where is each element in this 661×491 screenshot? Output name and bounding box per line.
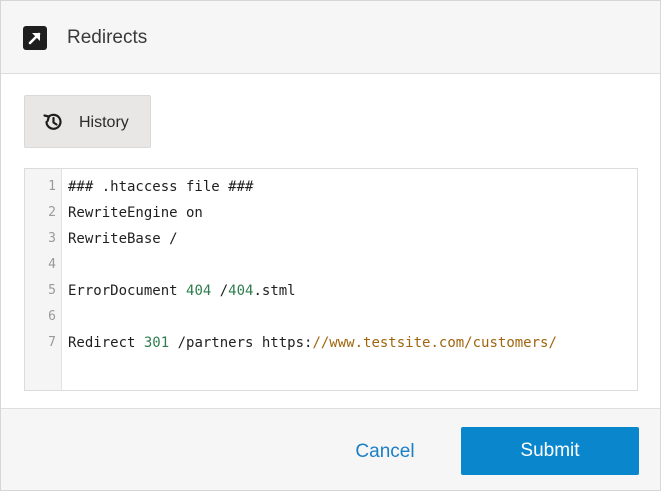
line-number: 2 <box>48 205 56 220</box>
code-line: Redirect 301 /partners https://www.tests… <box>68 330 557 356</box>
code-line: ErrorDocument 404 /404.stml <box>68 278 296 304</box>
code-token: RewriteEngine on <box>68 205 203 221</box>
history-clock-icon <box>42 111 64 133</box>
code-token: .stml <box>253 283 296 299</box>
line-number-gutter: 1 2 3 4 5 6 7 <box>25 169 62 390</box>
cancel-button[interactable]: Cancel <box>339 433 431 471</box>
code-line: RewriteEngine on <box>68 200 203 226</box>
line-number: 5 <box>48 283 56 298</box>
history-button-label: History <box>79 114 129 131</box>
code-token: Redirect <box>68 335 144 351</box>
submit-button[interactable]: Submit <box>461 427 639 475</box>
code-editor[interactable]: 1 2 3 4 5 6 7 ### .htaccess file ### RewriteEng… <box>24 168 638 391</box>
history-button[interactable]: History <box>24 95 151 148</box>
external-link-arrow-icon <box>23 26 47 50</box>
code-token: ErrorDocument <box>68 283 187 299</box>
page-title: Redirects <box>67 27 148 48</box>
line-number: 7 <box>48 335 56 350</box>
dialog-footer: Cancel Submit <box>1 408 660 490</box>
code-token: 404 <box>186 283 212 299</box>
code-line: RewriteBase / <box>68 226 178 252</box>
line-number: 3 <box>48 231 56 246</box>
line-number: 1 <box>48 179 56 194</box>
code-line: ### .htaccess file ### <box>68 174 253 200</box>
redirects-dialog: Redirects History 1 2 3 4 5 6 7 ### .htaccess … <box>0 0 661 491</box>
code-token: //www.testsite.com/customers/ <box>312 335 557 351</box>
code-token: / <box>211 283 229 299</box>
code-token: RewriteBase / <box>68 231 178 247</box>
code-token: ### .htaccess file ### <box>68 179 254 195</box>
line-number: 6 <box>48 309 56 324</box>
line-number: 4 <box>48 257 56 272</box>
code-token: /partners https: <box>169 335 313 351</box>
code-token: 301 <box>143 335 170 351</box>
dialog-header: Redirects <box>1 1 660 74</box>
code-token: 404 <box>228 283 254 299</box>
